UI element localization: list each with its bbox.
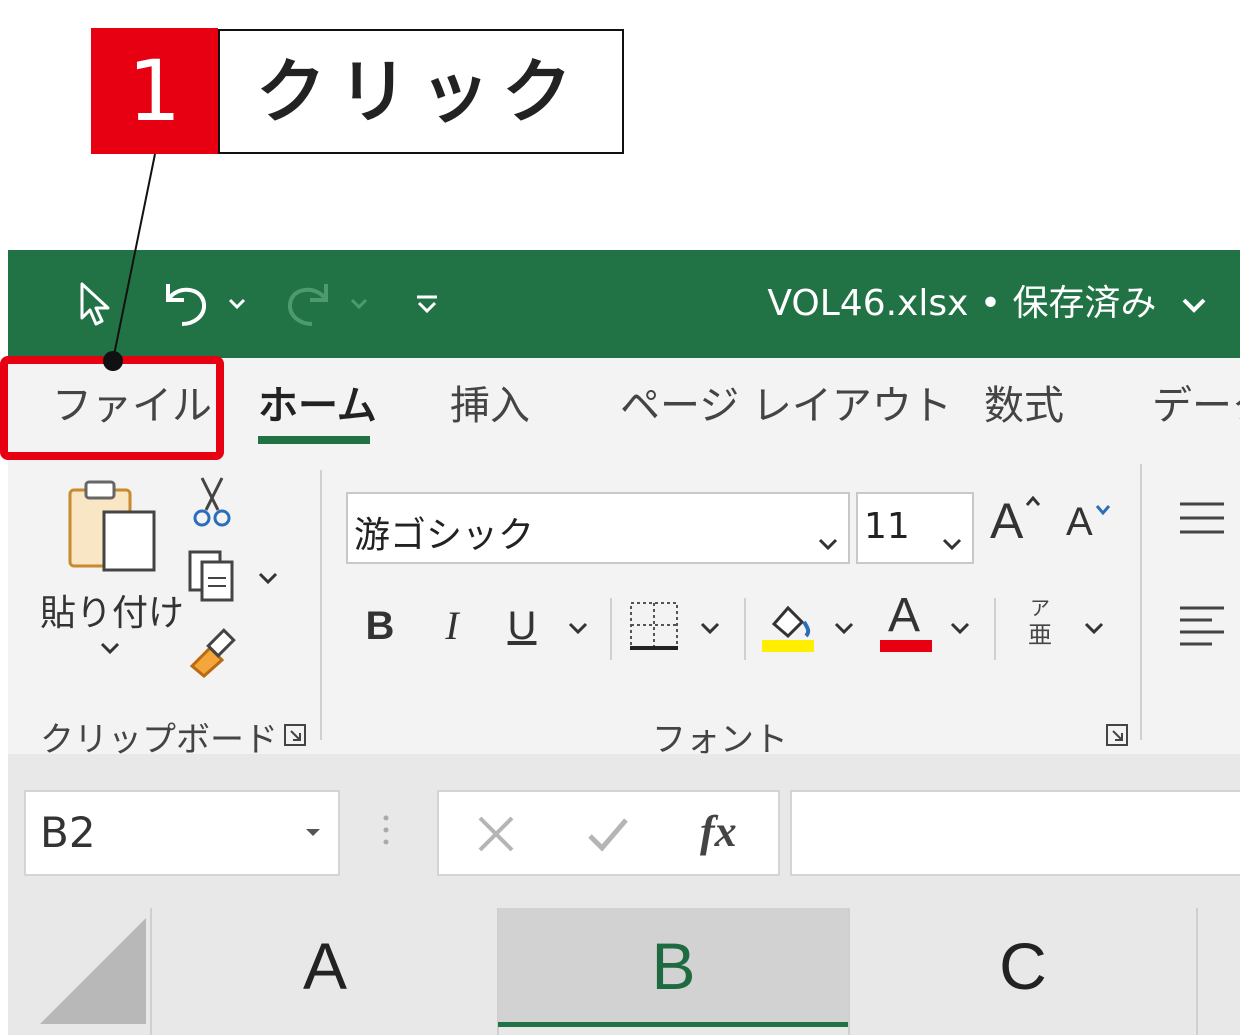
toolbar-separator bbox=[994, 598, 996, 660]
selected-column-indicator bbox=[498, 1022, 848, 1027]
font-size-dropdown-icon[interactable] bbox=[940, 520, 964, 561]
group-separator bbox=[1140, 464, 1142, 740]
phonetic-guide-kanji: 亜 bbox=[1028, 621, 1052, 649]
name-box-dropdown-icon[interactable] bbox=[304, 824, 322, 843]
redo-dropdown-icon[interactable] bbox=[344, 276, 374, 332]
copy-icon[interactable] bbox=[186, 548, 238, 604]
column-header-b[interactable]: B bbox=[499, 908, 848, 1025]
fill-color-button[interactable] bbox=[762, 596, 816, 654]
file-tab-highlight bbox=[0, 356, 224, 460]
toolbar-separator bbox=[744, 598, 746, 660]
tab-data[interactable]: データ bbox=[1152, 376, 1240, 436]
active-tab-indicator bbox=[258, 436, 370, 444]
insert-function-button[interactable]: fx bbox=[700, 806, 737, 857]
formula-input[interactable] bbox=[790, 790, 1240, 876]
undo-icon[interactable] bbox=[158, 276, 214, 332]
name-box-value: B2 bbox=[40, 808, 96, 857]
document-title[interactable]: VOL46.xlsx • 保存済み bbox=[767, 276, 1208, 332]
cancel-entry-icon[interactable] bbox=[474, 812, 518, 860]
font-color-dropdown-icon[interactable] bbox=[948, 620, 972, 640]
font-launcher-icon[interactable] bbox=[1106, 724, 1128, 746]
font-size-value: 11 bbox=[864, 506, 910, 547]
tab-insert[interactable]: 挿入 bbox=[450, 376, 530, 436]
font-color-swatch bbox=[880, 640, 932, 652]
phonetic-guide-dropdown-icon[interactable] bbox=[1082, 620, 1106, 640]
column-header-a[interactable]: A bbox=[152, 908, 498, 1025]
customize-quick-access-icon[interactable] bbox=[410, 276, 444, 332]
cut-icon[interactable] bbox=[190, 476, 234, 528]
font-name-select[interactable]: 游ゴシック bbox=[346, 492, 850, 564]
font-size-select[interactable]: 11 bbox=[856, 492, 974, 564]
bold-button[interactable]: B bbox=[360, 596, 400, 656]
align-left-icon[interactable] bbox=[1178, 604, 1226, 648]
fill-color-icon bbox=[762, 605, 814, 652]
tab-home[interactable]: ホーム bbox=[258, 376, 377, 436]
italic-button[interactable]: I bbox=[434, 596, 470, 656]
font-name-value: 游ゴシック bbox=[354, 515, 535, 556]
column-header-c[interactable]: C bbox=[850, 908, 1196, 1025]
redo-icon[interactable] bbox=[280, 276, 336, 332]
undo-dropdown-icon[interactable] bbox=[222, 276, 252, 332]
font-color-glyph: A bbox=[888, 589, 921, 642]
copy-dropdown-icon[interactable] bbox=[256, 570, 280, 588]
decrease-font-glyph: A bbox=[1066, 500, 1093, 544]
format-painter-icon[interactable] bbox=[188, 622, 240, 678]
increase-font-size-button[interactable]: A bbox=[990, 492, 1046, 552]
fill-color-dropdown-icon[interactable] bbox=[832, 620, 856, 640]
step-instruction-label: クリック bbox=[218, 29, 624, 154]
select-all-button[interactable] bbox=[40, 918, 146, 1024]
paste-icon[interactable] bbox=[60, 476, 160, 576]
group-separator bbox=[320, 470, 322, 740]
document-title-text: VOL46.xlsx • 保存済み bbox=[767, 283, 1157, 324]
toolbar-separator bbox=[610, 598, 612, 660]
step-number-badge: 1 bbox=[91, 28, 218, 154]
clipboard-launcher-icon[interactable] bbox=[284, 724, 306, 746]
tab-formulas[interactable]: 数式 bbox=[984, 376, 1064, 436]
phonetic-guide-button[interactable]: ア 亜 bbox=[1020, 596, 1060, 656]
paste-dropdown-icon[interactable] bbox=[98, 640, 122, 660]
font-color-button[interactable]: A bbox=[880, 590, 932, 654]
borders-icon[interactable] bbox=[628, 600, 680, 652]
formula-bar-resize-handle[interactable] bbox=[380, 812, 392, 852]
font-name-dropdown-icon[interactable] bbox=[816, 520, 840, 561]
pointer-icon[interactable] bbox=[70, 276, 118, 332]
top-align-icon[interactable] bbox=[1178, 500, 1226, 536]
tab-page-layout[interactable]: ページ レイアウト bbox=[620, 376, 952, 436]
underline-dropdown-icon[interactable] bbox=[566, 620, 590, 640]
paste-button[interactable]: 貼り付け bbox=[40, 584, 184, 636]
title-dropdown-icon[interactable] bbox=[1180, 277, 1208, 333]
increase-font-glyph: A bbox=[990, 493, 1024, 549]
decrease-font-size-button[interactable]: A bbox=[1066, 500, 1116, 556]
borders-dropdown-icon[interactable] bbox=[698, 620, 722, 640]
underline-button[interactable]: U bbox=[504, 596, 540, 656]
enter-check-icon[interactable] bbox=[584, 812, 632, 860]
column-separator bbox=[1196, 908, 1198, 1035]
phonetic-guide-kana: ア bbox=[1030, 596, 1050, 620]
